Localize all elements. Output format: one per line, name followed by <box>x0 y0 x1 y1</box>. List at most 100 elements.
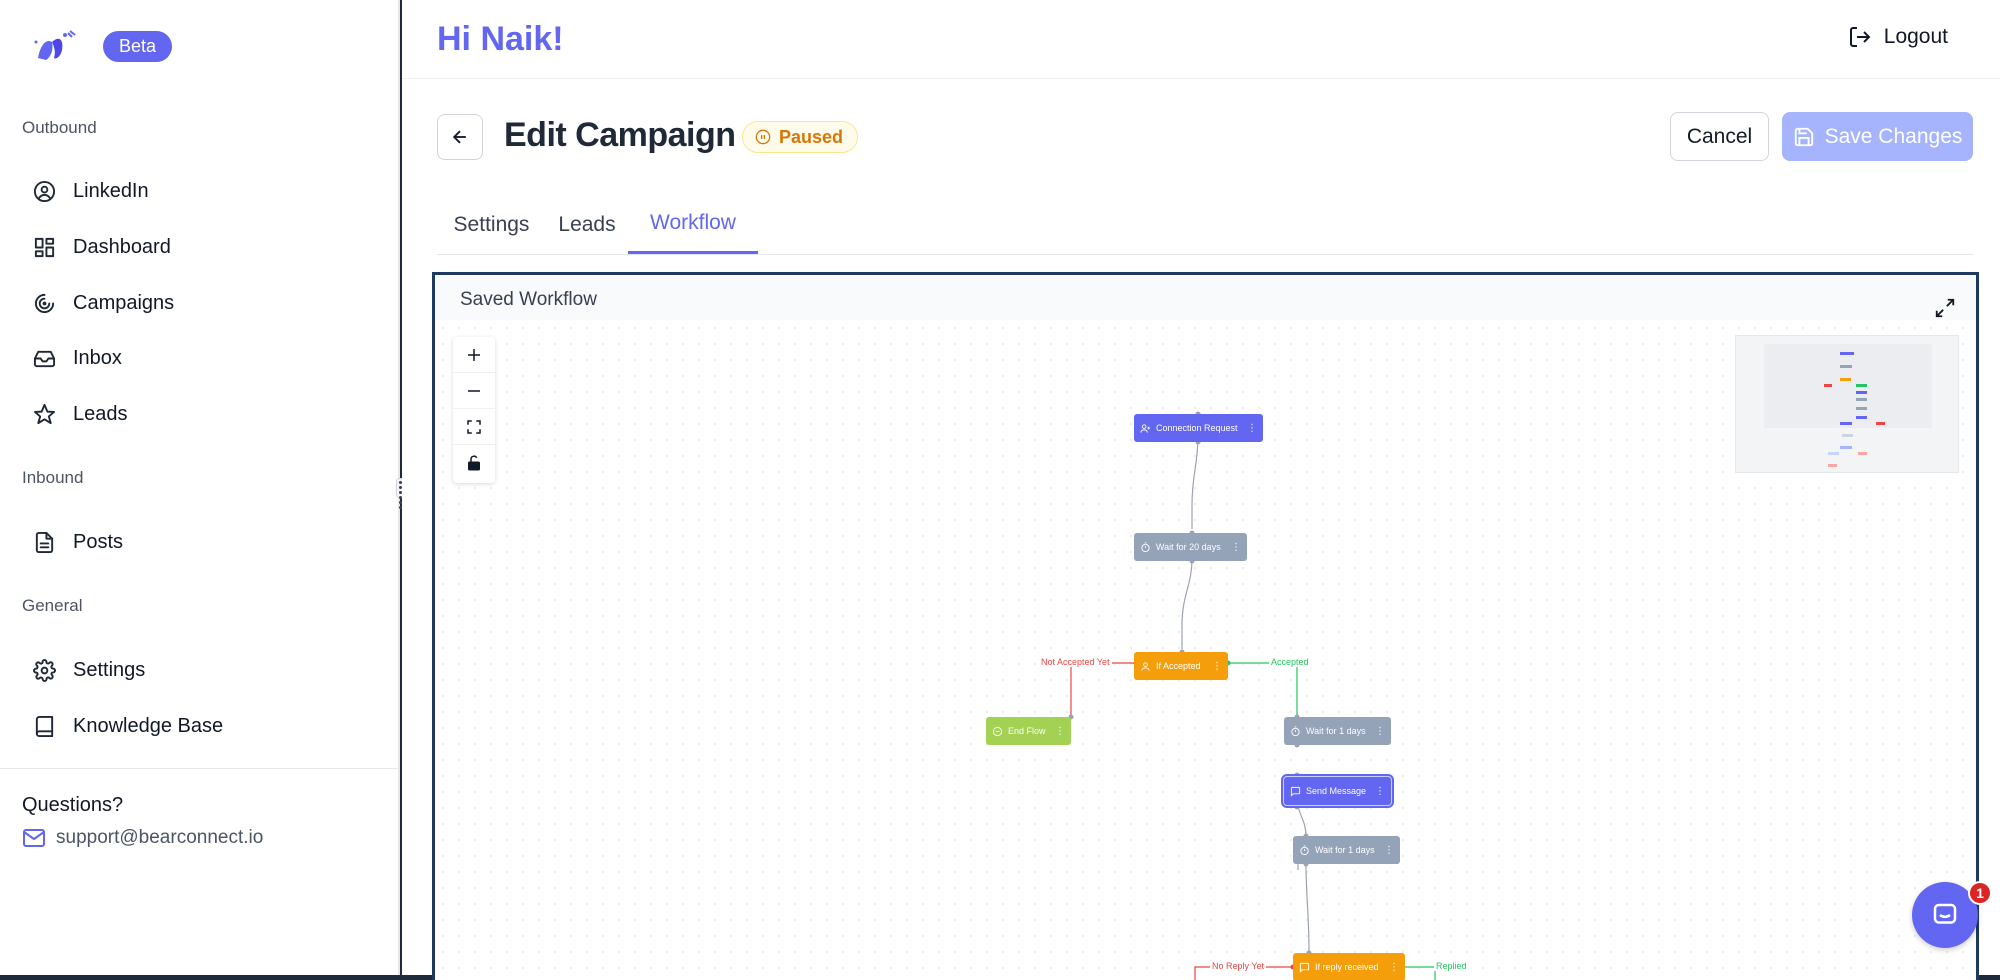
save-changes-button[interactable]: Save Changes <box>1782 112 1973 161</box>
canvas-header: Saved Workflow <box>435 275 1976 320</box>
node-label: Wait for 1 days <box>1306 726 1366 736</box>
page-title: Edit Campaign <box>504 116 736 154</box>
target-icon <box>32 291 56 315</box>
logout-label: Logout <box>1883 25 1948 48</box>
zoom-in-icon[interactable] <box>453 337 495 373</box>
node-connection-request[interactable]: Connection Request ⋮ <box>1134 414 1263 442</box>
sidebar-item-posts[interactable]: Posts <box>32 525 123 559</box>
mail-icon <box>23 829 45 847</box>
message-reply-icon <box>1299 962 1310 973</box>
workflow-canvas[interactable]: Saved Workflow Not Accepted Yet Accepted… <box>432 272 1979 980</box>
greeting: Hi Naik! <box>437 20 564 58</box>
document-icon <box>32 530 56 554</box>
node-menu-icon[interactable]: ⋮ <box>1206 661 1222 672</box>
questions-heading: Questions? <box>22 794 124 816</box>
bearconnect-logo[interactable] <box>32 28 78 66</box>
section-outbound: Outbound <box>22 118 97 137</box>
tab-leads[interactable]: Leads <box>546 195 628 254</box>
timer-icon <box>1291 725 1300 736</box>
node-label: Wait for 20 days <box>1156 542 1221 552</box>
main-content: Hi Naik! Logout Edit Campaign Paused Can… <box>402 0 2000 980</box>
cancel-button[interactable]: Cancel <box>1670 112 1769 161</box>
sidebar-item-settings[interactable]: Settings <box>32 653 145 687</box>
timer-icon <box>1141 541 1150 552</box>
sidebar-item-label: Leads <box>73 402 128 425</box>
sidebar-item-label: Campaigns <box>73 291 175 314</box>
minimap[interactable] <box>1735 335 1959 473</box>
node-wait-20-days[interactable]: Wait for 20 days ⋮ <box>1134 533 1247 561</box>
sidebar-item-leads[interactable]: Leads <box>32 397 128 431</box>
node-label: If reply received <box>1315 962 1379 972</box>
chat-icon <box>1933 903 1957 924</box>
node-menu-icon[interactable]: ⋮ <box>1369 786 1385 797</box>
sidebar-item-dashboard[interactable]: Dashboard <box>32 230 171 264</box>
sidebar-item-label: LinkedIn <box>73 179 149 202</box>
back-button[interactable] <box>437 114 483 160</box>
node-wait-1-days[interactable]: Wait for 1 days ⋮ <box>1284 717 1391 745</box>
sidebar-item-label: Settings <box>73 658 146 681</box>
node-label: Connection Request <box>1156 423 1238 433</box>
dashboard-icon <box>32 235 56 259</box>
node-menu-icon[interactable]: ⋮ <box>1225 542 1241 553</box>
pause-circle-icon <box>755 129 771 145</box>
logout-icon <box>1849 27 1871 47</box>
status-label: Paused <box>779 126 844 147</box>
sidebar-item-knowledge-base[interactable]: Knowledge Base <box>32 709 223 743</box>
fit-view-icon[interactable] <box>453 409 495 445</box>
tab-settings[interactable]: Settings <box>437 195 546 254</box>
edge-label-accepted: Accepted <box>1269 657 1311 667</box>
chat-unread-badge: 1 <box>1968 881 1992 905</box>
node-menu-icon[interactable]: ⋮ <box>1049 726 1065 737</box>
sidebar-item-label: Inbox <box>73 346 122 369</box>
section-general: General <box>22 596 83 615</box>
tab-workflow[interactable]: Workflow <box>628 195 758 254</box>
timer-icon <box>1300 844 1309 855</box>
lock-icon[interactable] <box>453 445 495 481</box>
edge-label-replied: Replied <box>1434 961 1469 971</box>
node-menu-icon[interactable]: ⋮ <box>1369 726 1385 737</box>
node-if-reply-received[interactable]: If reply received ⋮ <box>1293 953 1405 980</box>
node-menu-icon[interactable]: ⋮ <box>1241 423 1257 434</box>
node-send-message[interactable]: Send Message ⋮ <box>1281 774 1394 808</box>
sidebar-item-inbox[interactable]: Inbox <box>32 341 122 375</box>
node-if-accepted[interactable]: If Accepted ⋮ <box>1134 652 1228 680</box>
sidebar-item-label: Dashboard <box>73 235 171 258</box>
user-circle-icon <box>32 179 56 203</box>
beta-badge: Beta <box>103 31 172 62</box>
save-label: Save Changes <box>1824 124 1963 148</box>
node-label: Wait for 1 days <box>1315 845 1375 855</box>
sidebar-item-linkedin[interactable]: LinkedIn <box>32 174 149 208</box>
node-end-flow[interactable]: End Flow ⋮ <box>986 717 1071 745</box>
star-icon <box>32 402 56 426</box>
gear-icon <box>32 658 56 682</box>
support-email[interactable]: support@bearconnect.io <box>56 827 263 849</box>
sidebar-item-campaigns[interactable]: Campaigns <box>32 286 174 320</box>
sidebar-item-label: Knowledge Base <box>73 714 224 737</box>
node-label: End Flow <box>1008 726 1046 736</box>
edge-label-not-accepted: Not Accepted Yet <box>1039 657 1112 667</box>
user-icon <box>1141 661 1150 671</box>
edge-label-no-reply: No Reply Yet <box>1210 961 1267 971</box>
status-badge: Paused <box>742 121 859 153</box>
book-icon <box>32 714 56 738</box>
user-plus-icon <box>1140 423 1151 433</box>
canvas-title: Saved Workflow <box>460 289 597 310</box>
expand-icon[interactable] <box>1934 297 1956 319</box>
node-menu-icon[interactable]: ⋮ <box>1383 962 1399 973</box>
sidebar: Beta Outbound LinkedIn Dashboard Campaig… <box>0 0 400 975</box>
node-label: Send Message <box>1306 786 1367 796</box>
section-inbound: Inbound <box>22 468 84 487</box>
minus-circle-icon <box>992 726 1003 736</box>
message-icon <box>1290 786 1301 797</box>
zoom-out-icon[interactable] <box>453 373 495 409</box>
logout-button[interactable]: Logout <box>1848 25 1948 49</box>
sidebar-item-label: Posts <box>73 530 124 553</box>
zoom-controls <box>453 337 495 483</box>
node-label: If Accepted <box>1156 661 1201 671</box>
arrow-left-icon <box>452 130 466 144</box>
campaign-tabs: Settings Leads Workflow <box>437 195 1974 255</box>
save-icon <box>1794 127 1813 146</box>
node-wait-1-days-2[interactable]: Wait for 1 days ⋮ <box>1293 836 1400 864</box>
node-menu-icon[interactable]: ⋮ <box>1378 845 1394 856</box>
support-link[interactable]: support@bearconnect.io <box>22 826 263 850</box>
